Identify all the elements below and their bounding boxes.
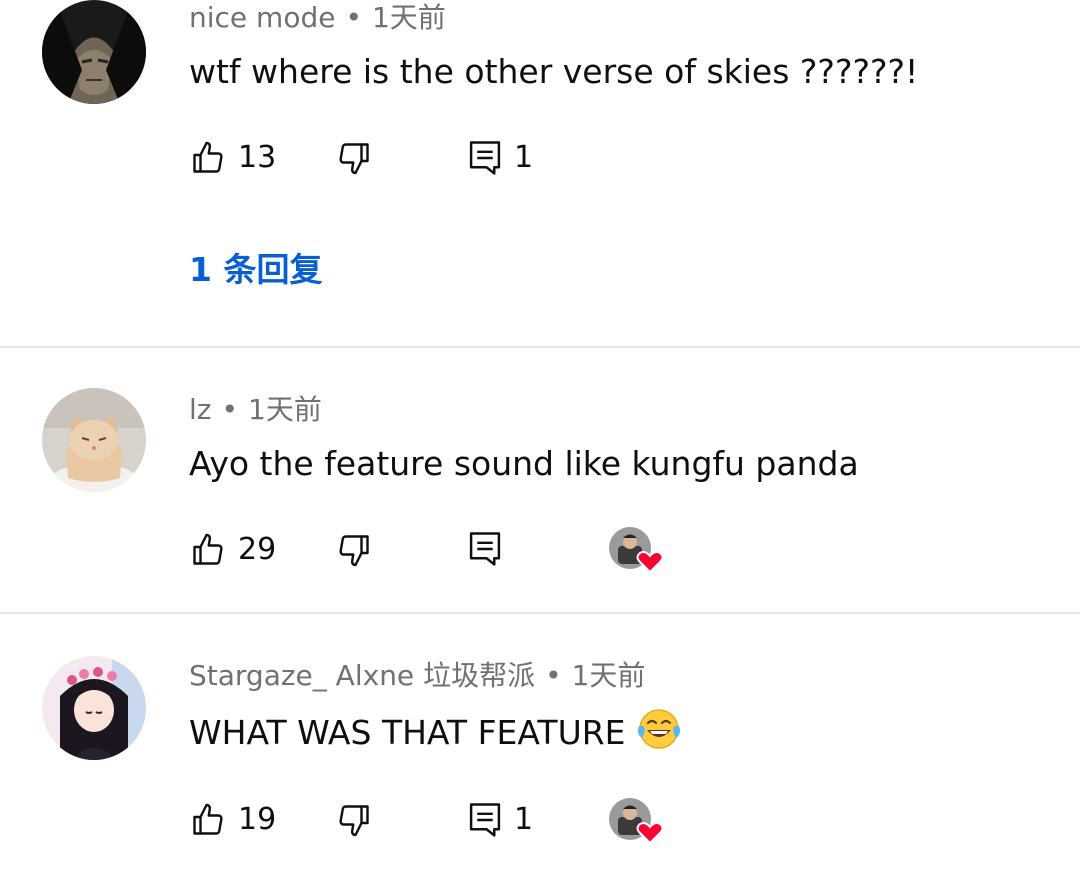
thumbs-down-outline-icon — [336, 140, 372, 176]
meta-separator: • — [545, 659, 562, 692]
comment-thread: lz • 1天前 Ayo the feature sound like kungfu… — [0, 348, 1080, 612]
like-count: 19 — [238, 802, 277, 837]
author-name[interactable]: lz — [189, 393, 211, 426]
comment-reply-icon — [468, 530, 502, 568]
like-count: 29 — [238, 532, 277, 567]
thumbs-up-outline-icon — [190, 802, 226, 838]
thumbs-down-outline-icon — [336, 802, 372, 838]
dislike-button[interactable] — [336, 802, 372, 838]
avatar[interactable] — [42, 388, 146, 492]
thumbs-up-outline-icon — [190, 140, 226, 176]
creator-heart-icon — [608, 797, 664, 847]
dislike-button[interactable] — [336, 140, 372, 176]
comment-thread: Stargaze_ Alxne 垃圾帮派 • 1天前 WHAT WAS THAT F… — [0, 614, 1080, 869]
like-count: 13 — [238, 140, 277, 175]
author-name[interactable]: Stargaze_ Alxne 垃圾帮派 — [189, 659, 535, 692]
comment-meta: nice mode • 1天前 — [189, 0, 446, 36]
comment-time: 1天前 — [371, 1, 446, 34]
meta-separator: • — [221, 393, 238, 426]
comment-text: Ayo the feature sound like kungfu panda — [189, 444, 859, 483]
reply-button[interactable]: 1 — [468, 138, 533, 178]
view-replies-link[interactable]: 1 条回复 — [189, 248, 322, 292]
author-name[interactable]: nice mode — [189, 1, 335, 34]
comment-time: 1天前 — [248, 393, 322, 426]
dislike-button[interactable] — [336, 532, 372, 568]
thumbs-down-outline-icon — [336, 532, 372, 568]
comment-time: 1天前 — [571, 659, 646, 692]
reply-count: 1 — [514, 802, 534, 837]
comment-meta: lz • 1天前 — [189, 392, 322, 428]
comment-meta: Stargaze_ Alxne 垃圾帮派 • 1天前 — [189, 658, 645, 694]
comment-text-body: WHAT WAS THAT FEATURE — [189, 713, 626, 752]
meta-separator: • — [345, 1, 362, 34]
reply-count: 1 — [514, 140, 534, 175]
avatar[interactable] — [42, 656, 146, 760]
avatar[interactable] — [42, 0, 146, 104]
reply-button[interactable] — [468, 530, 502, 568]
thumbs-up-outline-icon — [190, 532, 226, 568]
creator-heart-icon — [608, 526, 664, 576]
like-button[interactable]: 13 — [190, 138, 276, 178]
reply-button[interactable]: 1 — [468, 800, 533, 840]
comment-text: wtf where is the other verse of skies ??… — [189, 52, 919, 91]
comment-reply-icon — [468, 801, 502, 839]
like-button[interactable]: 19 — [190, 800, 276, 840]
like-button[interactable]: 29 — [190, 530, 276, 570]
comment-text: WHAT WAS THAT FEATURE — [189, 708, 682, 761]
comment-reply-icon — [468, 139, 502, 177]
joy-emoji-icon — [636, 708, 682, 761]
comment-thread: nice mode • 1天前 wtf where is the other ver… — [0, 0, 1080, 346]
